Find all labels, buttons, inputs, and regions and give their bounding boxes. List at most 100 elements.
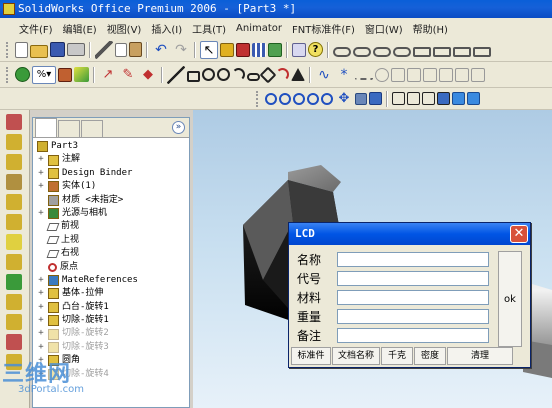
rectangle-icon[interactable] bbox=[187, 71, 200, 82]
fnt-washer-icon[interactable] bbox=[393, 46, 411, 57]
paste-icon[interactable] bbox=[129, 42, 142, 57]
tree-item[interactable]: + MateReferences bbox=[37, 274, 189, 287]
menu-help[interactable]: 帮助(H) bbox=[408, 21, 453, 36]
panel-collapse-chevron-icon[interactable]: » bbox=[172, 121, 185, 134]
grid-icon[interactable] bbox=[252, 42, 266, 57]
wireframe-icon[interactable] bbox=[392, 92, 405, 105]
expand-icon[interactable]: + bbox=[37, 301, 45, 314]
section-view-icon[interactable] bbox=[355, 92, 367, 105]
zoom-in-out-icon[interactable] bbox=[293, 92, 305, 105]
undo-icon[interactable]: ↶ bbox=[152, 41, 170, 59]
options-icon[interactable] bbox=[236, 42, 250, 57]
copy-icon[interactable] bbox=[115, 42, 127, 57]
fnt-more-icon[interactable] bbox=[473, 46, 491, 57]
menu-animator[interactable]: Animator bbox=[231, 23, 287, 34]
fnt-nut-icon[interactable] bbox=[373, 46, 391, 57]
rebuild-icon[interactable] bbox=[220, 42, 234, 57]
expand-icon[interactable]: + bbox=[37, 153, 45, 166]
expand-icon[interactable]: + bbox=[37, 180, 45, 193]
standard-part-button[interactable]: 标准件 bbox=[291, 347, 331, 365]
shaded-with-edges-icon[interactable] bbox=[437, 92, 450, 105]
tree-item[interactable]: + 实体(1) bbox=[37, 180, 189, 193]
menu-view[interactable]: 视图(V) bbox=[102, 21, 147, 36]
notes-input[interactable] bbox=[337, 328, 489, 343]
expand-icon[interactable]: + bbox=[37, 167, 45, 180]
fnt-pin-icon[interactable] bbox=[413, 46, 431, 57]
toolbar-grip[interactable] bbox=[256, 90, 260, 107]
tree-item[interactable]: + 凸台-旋转1 bbox=[37, 301, 189, 314]
tree-item[interactable]: 上视 bbox=[37, 234, 189, 247]
help-icon[interactable]: ? bbox=[308, 42, 323, 57]
tab-feature-manager[interactable] bbox=[35, 118, 57, 137]
toolbar-grip[interactable] bbox=[6, 66, 10, 83]
shell-icon[interactable] bbox=[6, 294, 22, 310]
expand-icon[interactable]: + bbox=[37, 207, 45, 220]
weight-input[interactable] bbox=[337, 309, 489, 324]
spline-icon[interactable]: ∿ bbox=[315, 66, 333, 84]
tree-item[interactable]: + 注解 bbox=[37, 153, 189, 166]
arc-icon[interactable] bbox=[232, 68, 245, 81]
rotate-view-icon[interactable] bbox=[321, 92, 333, 105]
revolved-cut-icon[interactable] bbox=[6, 234, 22, 250]
triangle-icon[interactable] bbox=[291, 68, 305, 81]
ok-button[interactable]: ok bbox=[498, 251, 522, 347]
expand-icon[interactable]: + bbox=[37, 274, 45, 287]
pan-icon[interactable]: ✥ bbox=[335, 90, 353, 108]
material-input[interactable] bbox=[337, 290, 489, 305]
tab-configuration-manager[interactable] bbox=[81, 120, 103, 137]
fnt-part-icon[interactable] bbox=[453, 46, 471, 57]
mirror-icon[interactable] bbox=[423, 67, 437, 82]
density-button[interactable]: 密度 bbox=[414, 347, 446, 365]
zoom-selection-icon[interactable] bbox=[307, 92, 319, 105]
expand-icon[interactable]: + bbox=[37, 287, 45, 300]
point-icon[interactable]: * bbox=[335, 66, 353, 84]
tree-item[interactable]: + 切除-旋转3 bbox=[37, 341, 189, 354]
toolbar-grip[interactable] bbox=[6, 41, 10, 58]
code-input[interactable] bbox=[337, 271, 489, 286]
features-icon[interactable] bbox=[58, 67, 72, 82]
tree-item[interactable]: + Design Binder bbox=[37, 167, 189, 180]
hidden-lines-visible-icon[interactable] bbox=[407, 92, 420, 105]
revolved-boss-icon[interactable] bbox=[6, 154, 22, 170]
center-circle-icon[interactable] bbox=[217, 68, 230, 81]
convert-icon[interactable] bbox=[391, 67, 405, 82]
rib-icon[interactable] bbox=[6, 314, 22, 330]
sketch-3d-icon[interactable] bbox=[6, 114, 22, 130]
eraser-icon[interactable]: ◆ bbox=[139, 66, 157, 84]
tree-item[interactable]: + 光源与相机 bbox=[37, 207, 189, 220]
extruded-boss-icon[interactable] bbox=[6, 134, 22, 150]
ellipse-icon[interactable] bbox=[247, 73, 260, 81]
new-file-icon[interactable] bbox=[15, 41, 28, 58]
properties-icon[interactable] bbox=[292, 42, 306, 57]
menu-file[interactable]: 文件(F) bbox=[14, 21, 58, 36]
expand-icon[interactable]: + bbox=[37, 341, 45, 354]
tree-item[interactable]: 材质 <未指定> bbox=[37, 194, 189, 207]
redo-icon[interactable]: ↷ bbox=[172, 41, 190, 59]
tree-item[interactable]: 原点 bbox=[37, 261, 189, 274]
centerline-icon[interactable] bbox=[355, 70, 373, 80]
fnt-key-icon[interactable] bbox=[433, 46, 451, 57]
offset-icon[interactable] bbox=[375, 67, 389, 82]
lofted-boss-icon[interactable] bbox=[6, 194, 22, 210]
shaded-icon[interactable] bbox=[452, 92, 465, 105]
tree-item[interactable]: 前视 bbox=[37, 220, 189, 233]
tree-item[interactable]: + 切除-旋转2 bbox=[37, 327, 189, 340]
linear-pattern-icon[interactable] bbox=[471, 67, 485, 82]
tab-property-manager[interactable] bbox=[58, 120, 80, 137]
menu-edit[interactable]: 编辑(E) bbox=[58, 21, 102, 36]
circle-icon[interactable] bbox=[202, 68, 215, 81]
polygon-icon[interactable] bbox=[259, 66, 277, 83]
fillet-icon[interactable] bbox=[6, 254, 22, 270]
tree-item[interactable]: 右视 bbox=[37, 247, 189, 260]
zoom-to-fit-icon[interactable] bbox=[265, 92, 277, 105]
print-icon[interactable] bbox=[67, 43, 85, 56]
display-style-icon[interactable] bbox=[15, 67, 30, 82]
trim-icon[interactable] bbox=[407, 67, 421, 82]
cut-icon[interactable] bbox=[95, 40, 113, 59]
percent-scale-icon[interactable]: %▾ bbox=[32, 65, 56, 84]
chamfer-icon[interactable] bbox=[6, 274, 22, 290]
menu-tools[interactable]: 工具(T) bbox=[187, 21, 231, 36]
shadows-icon[interactable] bbox=[467, 92, 480, 105]
zoom-to-area-icon[interactable] bbox=[279, 92, 291, 105]
swept-boss-icon[interactable] bbox=[6, 174, 22, 190]
